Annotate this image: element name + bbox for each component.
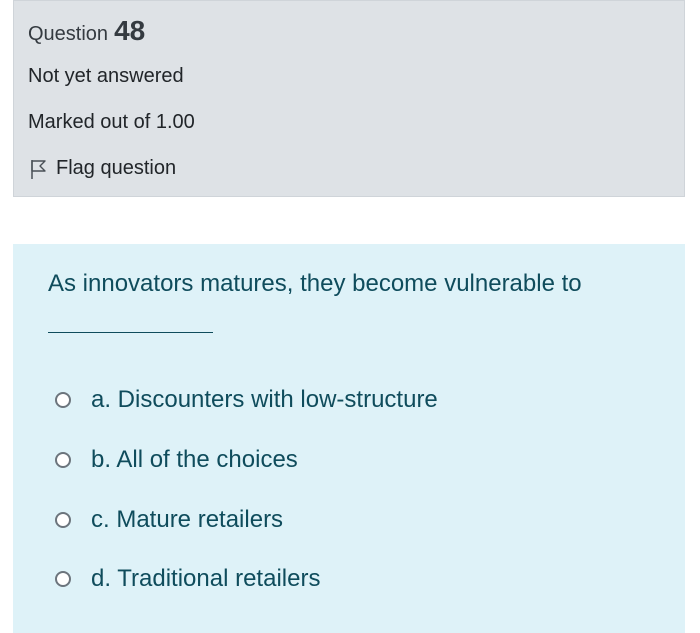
question-heading: Question 48 — [28, 15, 145, 47]
answer-option-b[interactable]: b. All of the choices — [55, 446, 298, 474]
radio-unchecked-icon[interactable] — [55, 452, 71, 468]
answer-option-label: d. Traditional retailers — [91, 565, 321, 592]
question-content-panel: As innovators matures, they become vulne… — [13, 244, 685, 633]
answer-option-label: a. Discounters with low-structure — [91, 386, 438, 413]
question-grade: Marked out of 1.00 — [28, 111, 195, 133]
question-number: 48 — [114, 15, 146, 46]
answer-option-c[interactable]: c. Mature retailers — [55, 506, 283, 534]
answer-option-label: b. All of the choices — [91, 446, 298, 473]
question-text: As innovators matures, they become vulne… — [48, 270, 582, 297]
answer-option-a[interactable]: a. Discounters with low-structure — [55, 386, 438, 414]
answer-option-label: c. Mature retailers — [91, 506, 284, 533]
answer-blank-line — [48, 332, 213, 333]
radio-unchecked-icon[interactable] — [55, 571, 71, 587]
quiz-question-page: Question 48 Not yet answered Marked out o… — [0, 0, 700, 633]
question-info-panel: Question 48 Not yet answered Marked out o… — [13, 0, 685, 197]
radio-unchecked-icon[interactable] — [55, 512, 71, 528]
radio-unchecked-icon[interactable] — [55, 392, 71, 408]
question-label: Question — [28, 23, 109, 45]
answer-option-d[interactable]: d. Traditional retailers — [55, 565, 320, 593]
flag-question-button[interactable]: Flag question — [28, 157, 176, 180]
question-state: Not yet answered — [28, 65, 184, 87]
flag-question-label: Flag question — [56, 157, 177, 179]
flag-icon — [31, 159, 46, 179]
